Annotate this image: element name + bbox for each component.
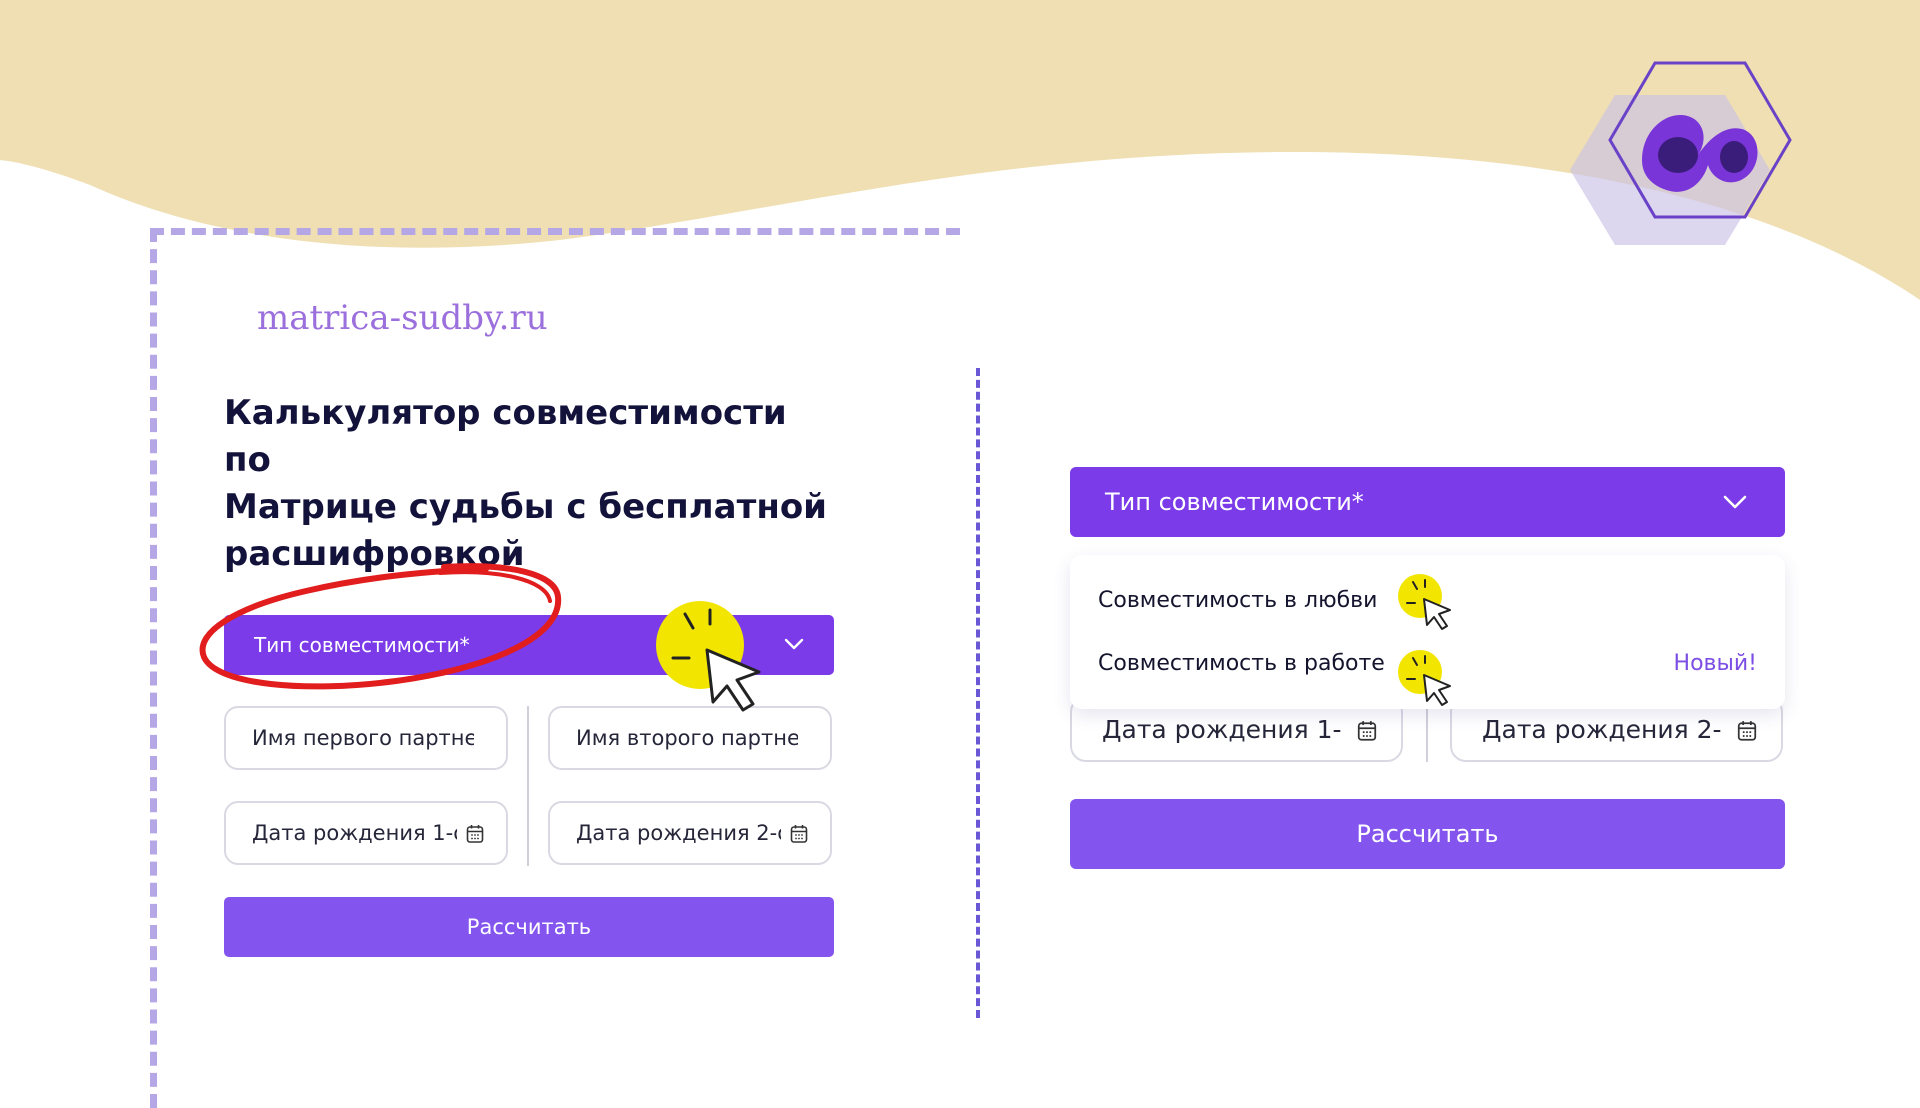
birth-date-2-field[interactable]: Дата рождения 2-ого [548, 801, 832, 865]
cursor-click-icon [656, 601, 761, 712]
partner1-name-field[interactable]: Имя первого партнера [224, 706, 508, 770]
option-love-compatibility[interactable]: Совместимость в любви [1098, 588, 1377, 613]
title-line: Калькулятор совместимости по [224, 393, 787, 480]
select-label: Тип совместимости* [1105, 488, 1364, 516]
vertical-divider [976, 368, 980, 1018]
birth2-placeholder: Дата рождения 2-ого [1482, 714, 1722, 744]
field-separator [527, 706, 529, 866]
calculate-button[interactable]: Рассчитать [1070, 799, 1785, 869]
red-highlight-ellipse [199, 563, 562, 690]
calendar-icon [1357, 721, 1377, 741]
birth-date-1-field[interactable]: Дата рождения 1-ого [224, 801, 508, 865]
title-line: Матрице судьбы с бесплатной [224, 487, 828, 527]
calendar-icon [466, 825, 484, 843]
option-work-compatibility[interactable]: Совместимость в работе [1098, 651, 1385, 676]
cursor-click-icon [1398, 574, 1451, 630]
new-badge: Новый! [1673, 651, 1757, 676]
partner2-name-placeholder: Имя второго партнера [576, 726, 798, 750]
cursor-click-icon [1398, 650, 1451, 706]
compatibility-type-select-open[interactable]: Тип совместимости* [1070, 467, 1785, 537]
birth1-placeholder: Дата рождения 1-ого [252, 821, 457, 845]
calendar-icon [1737, 721, 1757, 741]
calendar-icon [790, 825, 808, 843]
calculate-button[interactable]: Рассчитать [224, 897, 834, 957]
partner1-name-placeholder: Имя первого партнера [252, 726, 474, 750]
page-title: Калькулятор совместимости по Матрице суд… [224, 390, 844, 578]
chevron-down-icon [1723, 495, 1747, 509]
site-url: matrica-sudby.ru [257, 298, 548, 338]
birth2-placeholder: Дата рождения 2-ого [576, 821, 781, 845]
birth1-placeholder: Дата рождения 1-ого [1102, 714, 1342, 744]
brand-logo-icon [1570, 61, 1792, 245]
chevron-down-icon [784, 638, 804, 650]
